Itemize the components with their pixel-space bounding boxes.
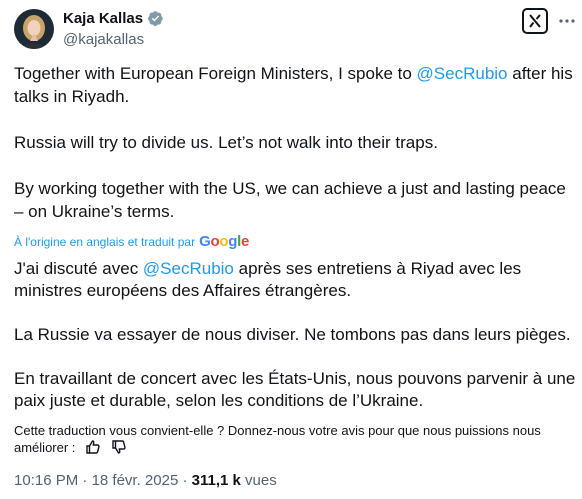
google-logo: Google <box>199 233 249 250</box>
grok-button[interactable] <box>522 8 548 34</box>
author-name[interactable]: Kaja Kallas <box>63 10 143 27</box>
translated-paragraph-3: En travaillant de concert avec les États… <box>14 369 576 410</box>
thumbs-down-button[interactable] <box>111 439 127 459</box>
translation-feedback: Cette traduction vous convient-elle ? Do… <box>14 422 576 459</box>
mention-link[interactable]: @SecRubio <box>417 64 508 83</box>
avatar[interactable] <box>14 9 54 49</box>
translated-paragraph-2: La Russie va essayer de nous diviser. Ne… <box>14 325 571 344</box>
more-options-icon <box>559 19 575 23</box>
translation-attribution-label: À l'origine en anglais et traduit par <box>14 235 196 249</box>
tweet-time[interactable]: 10:16 PM <box>14 472 78 489</box>
avatar-image <box>14 9 54 49</box>
tweet-text: Together with European Foreign Ministers… <box>14 62 576 223</box>
grok-icon <box>529 14 541 28</box>
author-handle[interactable]: @kajakallas <box>63 31 144 48</box>
thumbs-up-icon <box>86 440 100 454</box>
tweet-meta: 10:16 PM · 18 févr. 2025 · 311,1 k vues <box>14 472 277 489</box>
verified-badge-icon[interactable] <box>147 10 164 27</box>
thumbs-up-button[interactable] <box>85 439 101 459</box>
tweet-paragraph-2: Russia will try to divide us. Let’s not … <box>14 133 438 152</box>
translated-paragraph-1: J'ai discuté avec @SecRubio après ses en… <box>14 258 576 302</box>
tweet-paragraph-1: Together with European Foreign Ministers… <box>14 62 576 108</box>
views-label: vues <box>245 472 277 489</box>
mention-link[interactable]: @SecRubio <box>143 259 234 278</box>
author-name-row[interactable]: Kaja Kallas <box>63 10 164 27</box>
views-count[interactable]: 311,1 k <box>192 472 241 489</box>
thumbs-down-icon <box>111 440 126 454</box>
translated-text-segment: J'ai discuté avec <box>14 259 143 278</box>
tweet-text-segment: Together with European Foreign Ministers… <box>14 64 417 83</box>
meta-separator: · <box>82 472 88 489</box>
translated-text: J'ai discuté avec @SecRubio après ses en… <box>14 258 576 412</box>
tweet-date[interactable]: 18 févr. 2025 <box>92 472 179 489</box>
tweet-paragraph-3: By working together with the US, we can … <box>14 179 566 221</box>
translation-attribution[interactable]: À l'origine en anglais et traduit par Go… <box>14 234 249 250</box>
more-options-button[interactable] <box>558 12 576 30</box>
meta-separator: · <box>182 472 188 489</box>
